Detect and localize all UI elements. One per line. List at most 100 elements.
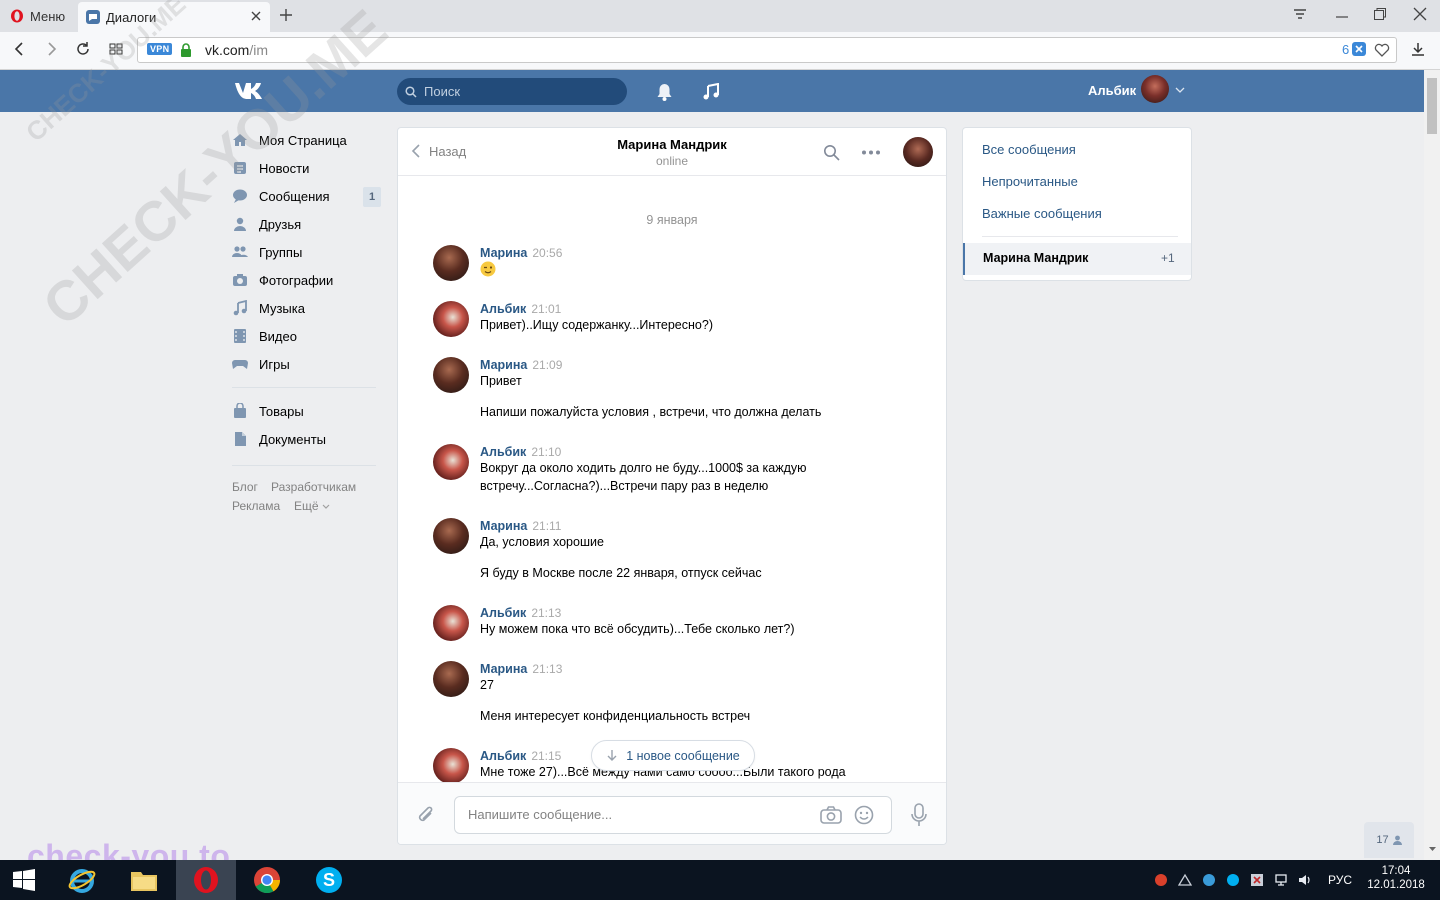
sidebar-item-photos[interactable]: Фотографии — [232, 270, 333, 290]
message-author[interactable]: Альбик — [480, 606, 526, 620]
message-text: Меня интересует конфиденциальность встре… — [480, 709, 751, 723]
footer-link-blog[interactable]: Блог — [232, 480, 258, 494]
message-author[interactable]: Марина — [480, 662, 527, 676]
close-tab-icon[interactable] — [250, 10, 262, 22]
bookmark-heart-icon[interactable] — [1374, 42, 1390, 57]
internet-explorer-icon[interactable] — [52, 860, 112, 900]
new-message-button[interactable]: 1 новое сообщение — [591, 740, 755, 771]
camera-icon[interactable] — [820, 806, 842, 824]
secure-lock-icon[interactable] — [180, 43, 192, 57]
sidebar-item-music[interactable]: Музыка — [232, 298, 305, 318]
adblock-icon[interactable] — [1352, 42, 1366, 56]
filter-important[interactable]: Важные сообщения — [982, 206, 1102, 221]
message-author[interactable]: Марина — [480, 519, 527, 533]
sidebar-item-friends[interactable]: Друзья — [232, 214, 301, 234]
message-text: Я буду в Москве после 22 января, отпуск … — [480, 566, 762, 580]
filter-all-messages[interactable]: Все сообщения — [982, 142, 1076, 157]
new-message-label: 1 новое сообщение — [626, 748, 740, 763]
footer-link-ads[interactable]: Реклама — [232, 499, 280, 513]
sidebar-item-market[interactable]: Товары — [232, 401, 304, 421]
reload-icon[interactable] — [75, 41, 91, 57]
more-options-icon[interactable] — [861, 150, 881, 155]
sidebar-item-label: Друзья — [259, 216, 302, 232]
sidebar-item-video[interactable]: Видео — [232, 326, 297, 346]
video-icon — [232, 328, 248, 344]
tray-clock[interactable]: 17:04 12.01.2018 — [1366, 865, 1426, 891]
music-note-icon[interactable] — [703, 83, 719, 101]
dialog-entry-count: +1 — [1161, 251, 1175, 265]
author-avatar[interactable] — [433, 444, 469, 480]
message-author[interactable]: Марина — [480, 246, 527, 260]
sidebar-divider — [232, 387, 376, 388]
tray-security-icon[interactable] — [1202, 873, 1216, 887]
market-icon — [232, 403, 248, 419]
minimize-icon[interactable] — [1334, 6, 1350, 22]
message-time: 21:01 — [531, 302, 562, 316]
tray-app-icon[interactable] — [1154, 873, 1168, 887]
tray-language[interactable]: РУС — [1328, 873, 1352, 887]
author-avatar[interactable] — [433, 661, 469, 697]
tray-x-icon[interactable] — [1250, 873, 1264, 887]
filter-unread[interactable]: Непрочитанные — [982, 174, 1078, 189]
back-arrow-icon[interactable] — [12, 41, 28, 57]
author-avatar[interactable] — [433, 518, 469, 554]
close-window-icon[interactable] — [1412, 6, 1428, 22]
chevron-down-icon[interactable] — [1175, 86, 1185, 94]
tray-volume-icon[interactable] — [1298, 873, 1312, 887]
opera-logo-icon — [10, 9, 24, 23]
restore-icon[interactable] — [1372, 6, 1388, 22]
windows-start-icon[interactable] — [0, 860, 48, 900]
author-avatar[interactable] — [433, 301, 469, 337]
tray-network-icon[interactable] — [1274, 873, 1288, 887]
message-author[interactable]: Марина — [480, 358, 527, 372]
message-author[interactable]: Альбик — [480, 749, 526, 763]
chrome-icon[interactable] — [237, 860, 297, 900]
sidebar-item-groups[interactable]: Группы — [232, 242, 302, 262]
footer-link-developers[interactable]: Разработчикам — [271, 480, 356, 494]
sidebar-item-games[interactable]: Игры — [232, 354, 290, 374]
new-tab-icon[interactable] — [278, 7, 294, 23]
search-messages-icon[interactable] — [823, 144, 840, 161]
scroll-down-arrow-icon[interactable] — [1428, 846, 1437, 852]
tray-skype-icon[interactable] — [1226, 873, 1240, 887]
microphone-icon[interactable] — [910, 803, 928, 827]
footer-link-more[interactable]: Ещё — [294, 499, 330, 513]
author-avatar[interactable] — [433, 357, 469, 393]
user-avatar[interactable] — [1141, 75, 1169, 103]
file-explorer-icon[interactable] — [114, 860, 174, 900]
online-friends-button[interactable]: 17 — [1364, 822, 1414, 858]
author-avatar[interactable] — [433, 748, 469, 784]
url-host: vk.com — [205, 42, 250, 58]
skype-icon[interactable]: S — [299, 860, 359, 900]
search-input[interactable]: Поиск — [397, 78, 627, 105]
url-text[interactable]: vk.com/im — [205, 42, 268, 58]
message-author[interactable]: Альбик — [480, 302, 526, 316]
scrollbar-thumb[interactable] — [1427, 78, 1437, 134]
emoji-smile-icon[interactable] — [854, 805, 874, 825]
sidebar-item-messages[interactable]: Сообщения — [232, 186, 330, 206]
message-author[interactable]: Альбик — [480, 445, 526, 459]
sidebar-item-documents[interactable]: Документы — [232, 429, 326, 449]
footer-more-label: Ещё — [294, 499, 319, 513]
sidebar-item-label: Сообщения — [259, 188, 330, 204]
notifications-bell-icon[interactable] — [656, 83, 673, 101]
search-placeholder: Поиск — [424, 84, 461, 99]
blocked-ads-count[interactable]: 6 — [1342, 42, 1349, 57]
opera-menu-button[interactable]: Меню — [0, 0, 76, 32]
sidebar-item-label: Видео — [259, 328, 297, 344]
tab-menu-icon[interactable] — [1292, 6, 1308, 22]
page-scrollbar[interactable] — [1424, 70, 1440, 860]
forward-arrow-icon[interactable] — [43, 41, 59, 57]
contact-avatar[interactable] — [903, 137, 933, 167]
chat-header: Назад Марина Мандрик online — [398, 128, 946, 176]
author-avatar[interactable] — [433, 245, 469, 281]
online-friends-count: 17 — [1376, 834, 1389, 846]
author-avatar[interactable] — [433, 605, 469, 641]
opera-taskbar-icon[interactable] — [176, 860, 236, 900]
attach-paperclip-icon[interactable] — [416, 804, 436, 826]
dialog-entry-selected[interactable]: Марина Мандрик +1 — [963, 243, 1191, 275]
sidebar-divider — [232, 465, 376, 466]
user-name[interactable]: Альбик — [1088, 83, 1136, 98]
tray-network-tool-icon[interactable] — [1178, 873, 1192, 887]
downloads-icon[interactable] — [1410, 41, 1426, 57]
